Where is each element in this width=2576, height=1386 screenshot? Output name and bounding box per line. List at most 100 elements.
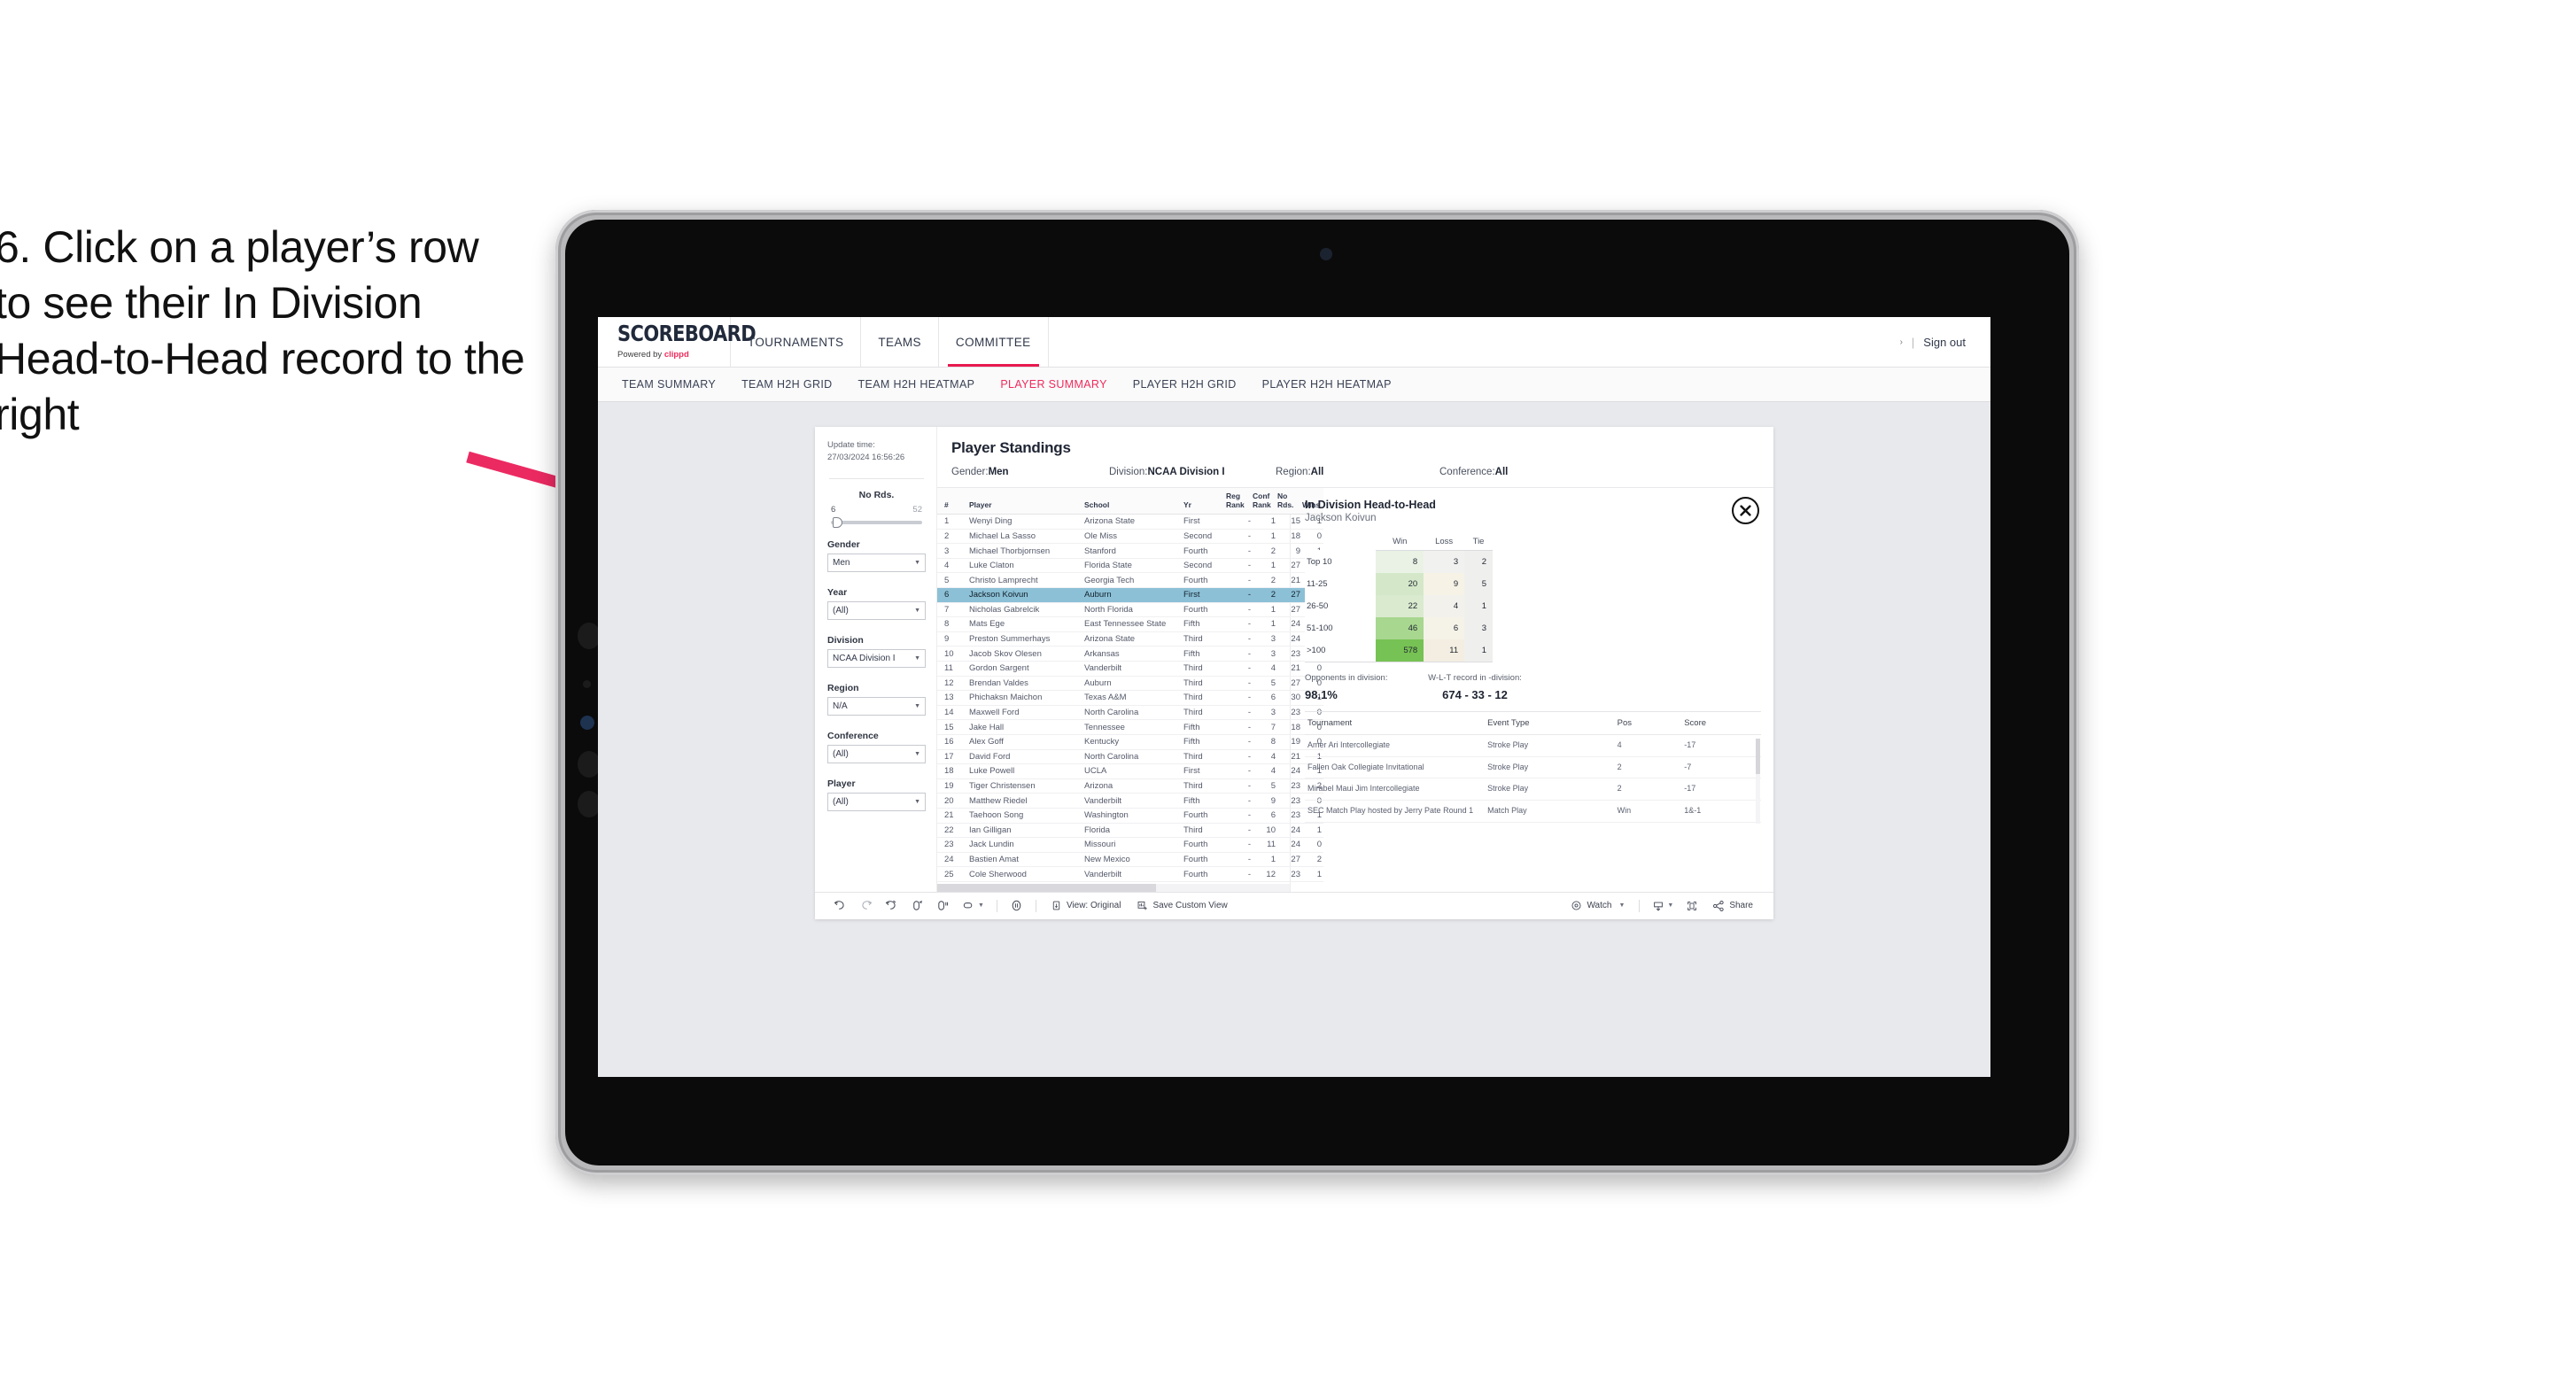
table-row[interactable]: 23 Jack Lundin Missouri Fourth -11 24 0 xyxy=(937,837,1323,853)
nav-committee[interactable]: COMMITTEE xyxy=(939,317,1049,367)
horizontal-scrollbar[interactable] xyxy=(937,883,1290,892)
table-row[interactable]: 19 Tiger Christensen Arizona Third -5 23 2 xyxy=(937,778,1323,794)
table-row[interactable]: 20 Matthew Riedel Vanderbilt Fifth -9 23 0 xyxy=(937,793,1323,809)
table-row[interactable]: 10 Jacob Skov Olesen Arkansas Fifth -3 23 0 xyxy=(937,646,1323,662)
account-caret-icon[interactable]: › xyxy=(1900,337,1903,347)
filter-division-select[interactable]: NCAA Division I ▼ xyxy=(827,648,926,668)
table-row[interactable]: 8 Mats Ege East Tennessee State Fifth -1 24 2 xyxy=(937,616,1323,632)
cell-wins: 2 xyxy=(1302,778,1323,794)
watch-button[interactable]: Watch ▼ xyxy=(1563,893,1633,919)
cell-school: North Carolina xyxy=(1084,705,1183,721)
table-row[interactable]: 18 Luke Powell UCLA First -4 24 1 xyxy=(937,763,1323,779)
table-row[interactable]: 3 Michael Thorbjornsen Stanford Fourth -2 9 1 xyxy=(937,543,1323,559)
table-row[interactable]: 16 Alex Goff Kentucky Fifth -8 19 0 xyxy=(937,734,1323,750)
table-row[interactable]: 9 Preston Summerhays Arizona State Third -3 2… xyxy=(937,631,1323,647)
share-label: Share xyxy=(1729,901,1753,911)
cell-yr: Third xyxy=(1183,631,1226,647)
cell-wins: 0 xyxy=(1302,646,1323,662)
h2h-matrix-body: Top 10 8 3 2 11-25 20 9 5 26-50 22 4 1 51-100 46 6 3 >10… xyxy=(1305,550,1493,662)
col-school[interactable]: School xyxy=(1084,488,1183,515)
table-row[interactable]: 2 Michael La Sasso Ole Miss Second -1 18 0 xyxy=(937,529,1323,545)
tournament-row[interactable]: Mirabel Maui Jim Intercollegiate Stroke P… xyxy=(1305,778,1761,801)
account-area: › | Sign out xyxy=(1900,317,1990,367)
stat-opponents-value: 98.1% xyxy=(1305,688,1338,701)
table-row[interactable]: 6 Jackson Koivun Auburn First -2 27 1 xyxy=(937,587,1323,603)
vertical-scrollbar[interactable] xyxy=(1756,739,1760,824)
table-row[interactable]: 22 Ian Gilligan Florida Third -10 24 1 xyxy=(937,823,1323,839)
undo-icon[interactable] xyxy=(827,893,853,919)
table-row[interactable]: 24 Bastien Amat New Mexico Fourth -1 27 2 xyxy=(937,852,1323,868)
tournament-row[interactable]: Fallen Oak Collegiate Invitational Stroke… xyxy=(1305,756,1761,779)
table-row[interactable]: 17 David Ford North Carolina Third -4 21 1 xyxy=(937,749,1323,765)
cell-wins: 2 xyxy=(1302,572,1323,588)
col-pos[interactable]: Pos xyxy=(1614,712,1682,735)
table-row[interactable]: 1 Wenyi Ding Arizona State First -1 15 1 xyxy=(937,514,1323,530)
fullscreen-button[interactable] xyxy=(1680,893,1704,919)
tab-player-h2h-grid[interactable]: PLAYER H2H GRID xyxy=(1121,378,1248,391)
tab-player-summary[interactable]: PLAYER SUMMARY xyxy=(989,378,1118,391)
col-conf-rank[interactable]: Conf Rank xyxy=(1253,488,1277,515)
meta-conference-label: Conference: xyxy=(1439,467,1495,477)
table-row[interactable]: 14 Maxwell Ford North Carolina Third -3 23 0 xyxy=(937,705,1323,721)
update-time-label: Update time: xyxy=(827,440,875,450)
cell-rank: 24 xyxy=(937,852,969,868)
logo-wordmark: SCOREBOARD xyxy=(617,321,757,346)
table-row[interactable]: 21 Taehoon Song Washington Fourth -6 23 1 xyxy=(937,808,1323,824)
filter-conference-select[interactable]: (All) ▼ xyxy=(827,744,926,763)
col-tournament[interactable]: Tournament xyxy=(1305,712,1486,735)
table-row[interactable]: 12 Brendan Valdes Auburn Third -5 27 0 xyxy=(937,676,1323,692)
pause-auto-update-icon[interactable] xyxy=(1004,893,1029,919)
share-button[interactable]: Share xyxy=(1704,893,1761,919)
filter-region-select[interactable]: N/A ▼ xyxy=(827,696,926,716)
cell-yr: First xyxy=(1183,763,1226,779)
nav-teams[interactable]: TEAMS xyxy=(861,317,939,367)
col-rank[interactable]: # xyxy=(937,488,969,515)
horizontal-scrollbar-thumb[interactable] xyxy=(937,883,1156,892)
tournament-row[interactable]: SEC Match Play hosted by Jerry Pate Roun… xyxy=(1305,800,1761,823)
col-no-rds[interactable]: No Rds. xyxy=(1277,488,1302,515)
tab-team-summary[interactable]: TEAM SUMMARY xyxy=(610,378,727,391)
cell-reg: - xyxy=(1226,778,1253,794)
slider-handle[interactable] xyxy=(833,516,842,528)
dashboard-area: Update time: 27/03/2024 16:56:26 No Rds.… xyxy=(598,402,1990,919)
tournament-row[interactable]: Amer Ari Intercollegiate Stroke Play 4 -17 xyxy=(1305,734,1761,757)
table-row[interactable]: 25 Cole Sherwood Vanderbilt Fourth -12 23 1 xyxy=(937,866,1323,882)
close-circle-icon[interactable] xyxy=(1732,497,1759,524)
col-score[interactable]: Score xyxy=(1681,712,1761,735)
tab-player-h2h-heatmap[interactable]: PLAYER H2H HEATMAP xyxy=(1251,378,1403,391)
revert-icon[interactable] xyxy=(879,893,904,919)
filter-gender-select[interactable]: Men ▼ xyxy=(827,553,926,572)
tab-team-h2h-heatmap[interactable]: TEAM H2H HEATMAP xyxy=(847,378,987,391)
redo-icon[interactable] xyxy=(853,893,879,919)
filter-year-select[interactable]: (All) ▼ xyxy=(827,600,926,620)
table-row[interactable]: 11 Gordon Sargent Vanderbilt Third -4 21 0 xyxy=(937,661,1323,677)
refresh-data-icon[interactable] xyxy=(904,893,930,919)
sign-out-link[interactable]: Sign out xyxy=(1923,336,1966,349)
save-custom-view-button[interactable]: Save Custom View xyxy=(1129,893,1235,919)
highlight-shape-icon[interactable]: ▼ xyxy=(956,893,990,919)
table-row[interactable]: 4 Luke Claton Florida State Second -1 27 2 xyxy=(937,558,1323,574)
table-row[interactable]: 7 Nicholas Gabrelcik North Florida Fourth -1… xyxy=(937,602,1323,618)
table-row[interactable]: 15 Jake Hall Tennessee Fifth -7 18 0 xyxy=(937,719,1323,735)
table-row[interactable]: 5 Christo Lamprecht Georgia Tech Fourth -2 21… xyxy=(937,572,1323,588)
cell-wins: 2 xyxy=(1302,852,1323,868)
no-rounds-slider[interactable]: No Rds. 6 52 xyxy=(827,490,926,528)
slider-track[interactable] xyxy=(831,516,922,528)
cell-player: Maxwell Ford xyxy=(969,705,1084,721)
filter-player-select[interactable]: (All) ▼ xyxy=(827,792,926,811)
download-button[interactable]: ▼ xyxy=(1646,893,1680,919)
col-player[interactable]: Player xyxy=(969,488,1084,515)
col-yr[interactable]: Yr xyxy=(1183,488,1226,515)
tab-team-h2h-grid[interactable]: TEAM H2H GRID xyxy=(730,378,843,391)
cell-player: Luke Claton xyxy=(969,558,1084,574)
table-row[interactable]: 13 Phichaksn Maichon Texas A&M Third -6 30 1 xyxy=(937,690,1323,706)
primary-nav: TOURNAMENTS TEAMS COMMITTEE xyxy=(731,317,1049,367)
view-original-button[interactable]: View: Original xyxy=(1043,893,1129,919)
vertical-scrollbar-thumb[interactable] xyxy=(1756,739,1760,775)
col-reg-rank[interactable]: Reg Rank xyxy=(1226,488,1253,515)
col-wins[interactable]: Wins xyxy=(1302,488,1323,515)
meta-gender: Gender: Men xyxy=(951,467,1109,477)
nav-tournaments[interactable]: TOURNAMENTS xyxy=(731,317,862,367)
col-event-type[interactable]: Event Type xyxy=(1485,712,1615,735)
pause-data-icon[interactable] xyxy=(930,893,956,919)
